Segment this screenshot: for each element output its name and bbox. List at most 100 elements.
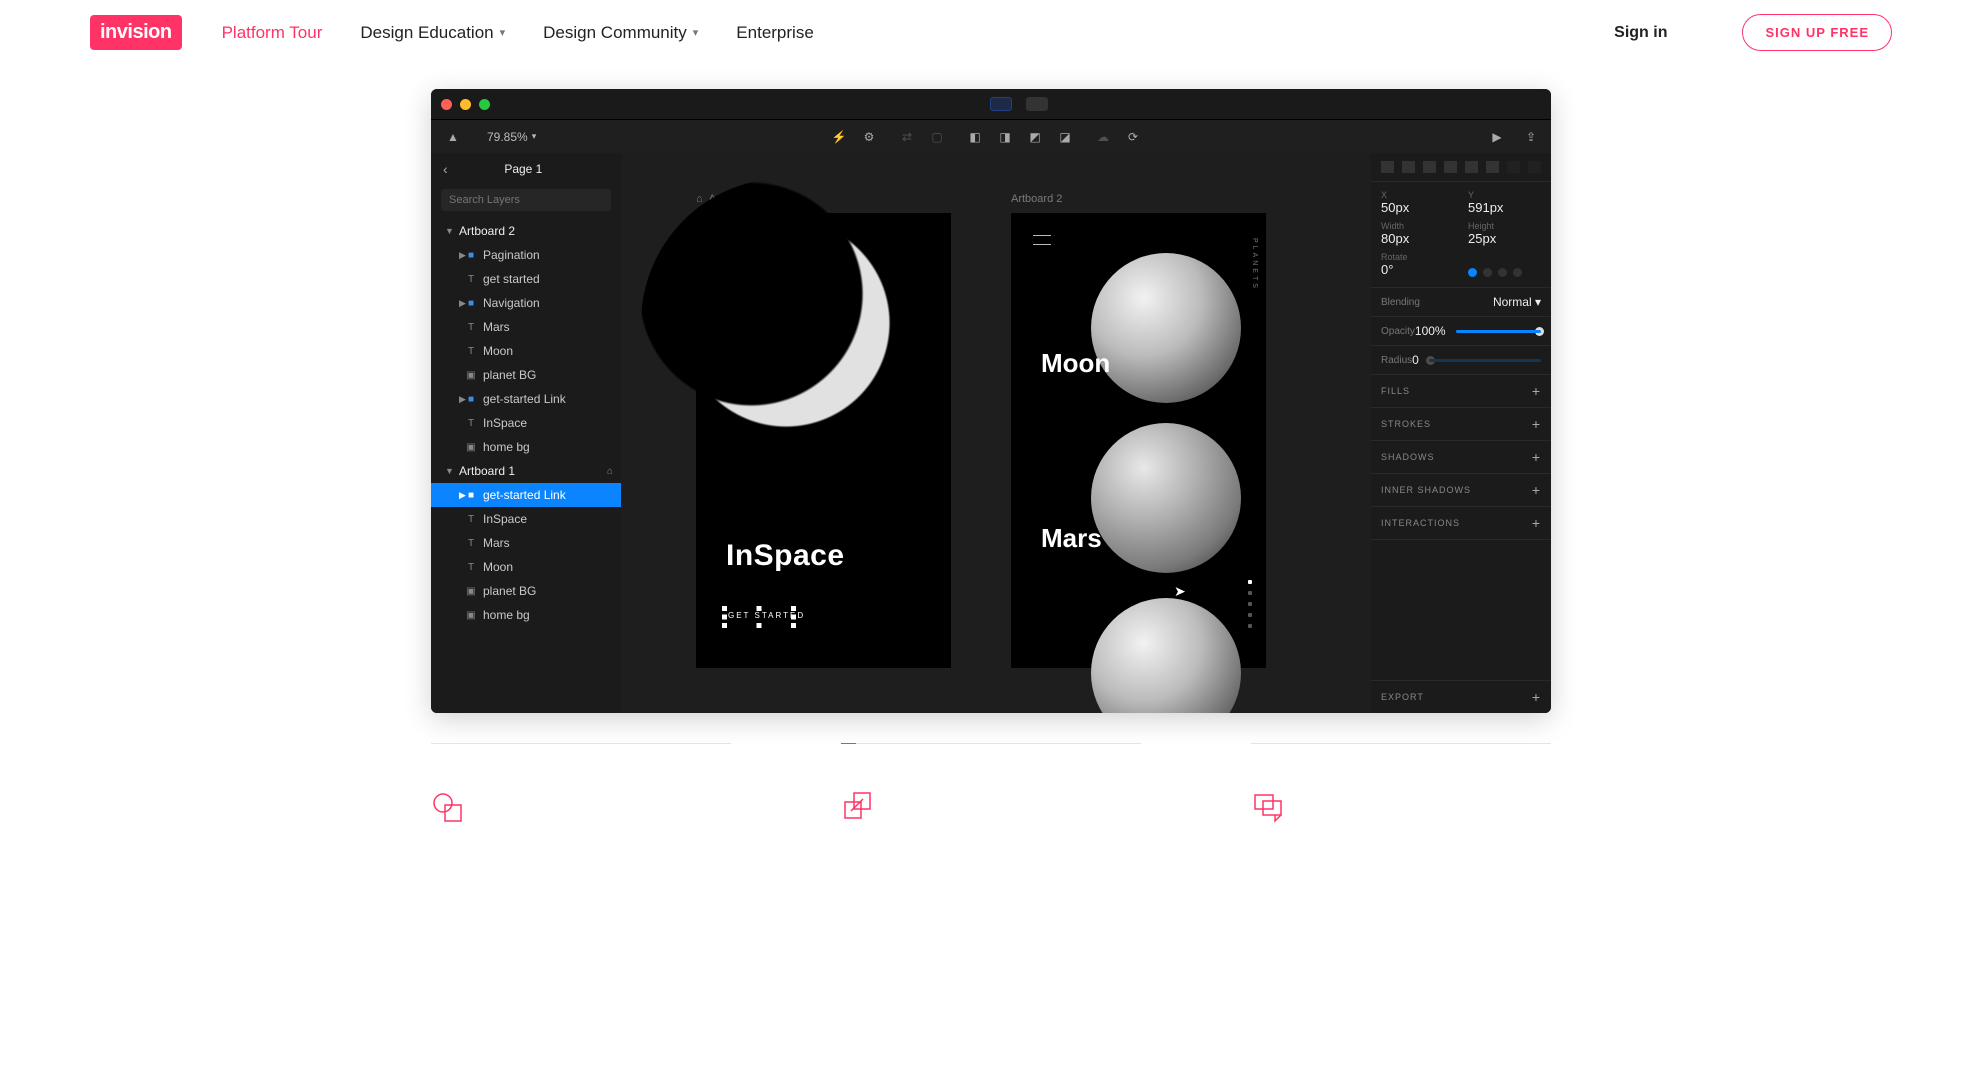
- artboard-1[interactable]: ⌂Artboard 1 InSpace GET STARTED: [696, 213, 951, 668]
- feature-1[interactable]: [431, 743, 731, 828]
- plus-icon[interactable]: +: [1532, 383, 1541, 399]
- interactions-section[interactable]: INTERACTIONS+: [1371, 507, 1551, 540]
- align-right-icon[interactable]: [1423, 161, 1436, 173]
- feature-3[interactable]: [1251, 743, 1551, 828]
- nav-design-community[interactable]: Design Community▾: [543, 23, 698, 43]
- logo-in: in: [100, 21, 117, 43]
- strokes-section[interactable]: STROKES +: [1371, 408, 1551, 441]
- layer-gs-link[interactable]: ▶■get-started Link: [431, 387, 621, 411]
- mars-label: Mars: [1041, 523, 1102, 554]
- main-nav: Platform Tour Design Education▾ Design C…: [222, 23, 814, 43]
- difference-icon[interactable]: ◪: [1055, 127, 1075, 147]
- layer-pagination[interactable]: ▶■Pagination: [431, 243, 621, 267]
- back-button[interactable]: ‹: [443, 161, 448, 177]
- plus-icon[interactable]: +: [1532, 449, 1541, 465]
- sign-in-link[interactable]: Sign in: [1614, 24, 1667, 42]
- sign-up-button[interactable]: SIGN UP FREE: [1742, 14, 1892, 51]
- close-icon[interactable]: [441, 99, 452, 110]
- blending-row[interactable]: Blending Normal ▾: [1371, 288, 1551, 317]
- shadows-section[interactable]: SHADOWS+: [1371, 441, 1551, 474]
- moon-image: [641, 178, 931, 468]
- rotate-value[interactable]: 0°: [1381, 262, 1454, 277]
- search-layers-input[interactable]: [441, 189, 611, 211]
- opacity-slider[interactable]: [1456, 330, 1541, 333]
- plus-icon[interactable]: +: [1532, 515, 1541, 531]
- layer-label: Mars: [483, 536, 510, 550]
- layer-home-bg[interactable]: ▣home bg: [431, 435, 621, 459]
- layer-inspace-1[interactable]: TInSpace: [431, 507, 621, 531]
- layer-planet-bg-1[interactable]: ▣planet BG: [431, 579, 621, 603]
- layer-mars-1[interactable]: T Mars: [431, 531, 621, 555]
- layer-planet-bg[interactable]: ▣planet BG: [431, 363, 621, 387]
- layer-gs-link-selected[interactable]: ▶■get-started Link: [431, 483, 621, 507]
- layer-get-started[interactable]: Tget started: [431, 267, 621, 291]
- nav-enterprise[interactable]: Enterprise: [736, 23, 813, 43]
- nav-design-education[interactable]: Design Education▾: [360, 23, 505, 43]
- layer-moon-1[interactable]: TMoon: [431, 555, 621, 579]
- nav-platform-tour[interactable]: Platform Tour: [222, 23, 323, 43]
- layer-mars[interactable]: TMars: [431, 315, 621, 339]
- zoom-dropdown[interactable]: 79.85% ▾: [487, 130, 536, 144]
- refresh-icon[interactable]: ⟳: [1123, 127, 1143, 147]
- subtract-icon[interactable]: ◨: [995, 127, 1015, 147]
- align-center-icon[interactable]: [1402, 161, 1415, 173]
- distribute-v-icon[interactable]: [1528, 161, 1541, 173]
- window-titlebar: [431, 89, 1551, 119]
- section-label: STROKES: [1381, 419, 1431, 429]
- gear-icon[interactable]: ⚙: [859, 127, 879, 147]
- distribute-h-icon[interactable]: [1507, 161, 1520, 173]
- planets-label: PLANETS: [1251, 238, 1258, 291]
- layer-navigation[interactable]: ▶■Navigation: [431, 291, 621, 315]
- plus-icon[interactable]: +: [1532, 689, 1541, 705]
- pointer-tool-icon[interactable]: ▲: [443, 127, 463, 147]
- text-icon: T: [465, 538, 477, 549]
- layer-label: get-started Link: [483, 392, 566, 406]
- planet-image: [1091, 598, 1241, 713]
- layer-artboard-2[interactable]: ▼Artboard 2: [431, 219, 621, 243]
- workspace: ‹ Page 1 ▼Artboard 2 ▶■Pagination Tget s…: [431, 153, 1551, 713]
- artboard-2[interactable]: Artboard 2 PLANETS Moon Mars: [1011, 213, 1266, 668]
- intersect-icon[interactable]: ◩: [1025, 127, 1045, 147]
- y-value[interactable]: 591px: [1468, 200, 1541, 215]
- view-mode-library-icon[interactable]: [1026, 97, 1048, 111]
- layer-inspace[interactable]: TInSpace: [431, 411, 621, 435]
- radius-slider[interactable]: [1429, 359, 1541, 362]
- align-bottom-icon[interactable]: [1486, 161, 1499, 173]
- align-middle-icon[interactable]: [1465, 161, 1478, 173]
- bolt-icon[interactable]: ⚡: [829, 127, 849, 147]
- align-top-icon[interactable]: [1444, 161, 1457, 173]
- x-value[interactable]: 50px: [1381, 200, 1454, 215]
- resize-icon: [841, 789, 875, 823]
- layer-moon[interactable]: TMoon: [431, 339, 621, 363]
- constraints-anchor[interactable]: [1468, 268, 1522, 277]
- cloud-icon[interactable]: ☁: [1093, 127, 1113, 147]
- layer-artboard-1[interactable]: ▼Artboard 1⌂: [431, 459, 621, 483]
- feature-2[interactable]: [841, 743, 1141, 828]
- minimize-icon[interactable]: [460, 99, 471, 110]
- layer-label: Mars: [483, 320, 510, 334]
- get-started-selection[interactable]: GET STARTED: [724, 608, 794, 626]
- link-icon[interactable]: ⇄: [897, 127, 917, 147]
- layer-home-bg-1[interactable]: ▣home bg: [431, 603, 621, 627]
- height-value[interactable]: 25px: [1468, 231, 1541, 246]
- align-left-icon[interactable]: [1381, 161, 1394, 173]
- opacity-row[interactable]: Opacity 100%: [1371, 317, 1551, 346]
- upload-icon[interactable]: ⇪: [1521, 127, 1541, 147]
- layers-panel: ‹ Page 1 ▼Artboard 2 ▶■Pagination Tget s…: [431, 153, 621, 713]
- radius-row[interactable]: Radius 0: [1371, 346, 1551, 375]
- view-mode-layers-icon[interactable]: [990, 97, 1012, 111]
- maximize-icon[interactable]: [479, 99, 490, 110]
- fills-section[interactable]: FILLS+: [1371, 375, 1551, 408]
- inner-shadows-section[interactable]: INNER SHADOWS+: [1371, 474, 1551, 507]
- plus-icon[interactable]: +: [1532, 482, 1541, 498]
- plus-icon[interactable]: +: [1532, 416, 1541, 432]
- shapes-icon: [431, 789, 465, 823]
- canvas[interactable]: ⌂Artboard 1 InSpace GET STARTED Artboard…: [621, 153, 1371, 713]
- play-icon[interactable]: ▶: [1487, 127, 1507, 147]
- logo[interactable]: invision: [90, 15, 182, 50]
- union-icon[interactable]: ◧: [965, 127, 985, 147]
- radius-value: 0: [1412, 353, 1419, 367]
- width-value[interactable]: 80px: [1381, 231, 1454, 246]
- crop-icon[interactable]: ▢: [927, 127, 947, 147]
- export-section[interactable]: EXPORT+: [1371, 680, 1551, 713]
